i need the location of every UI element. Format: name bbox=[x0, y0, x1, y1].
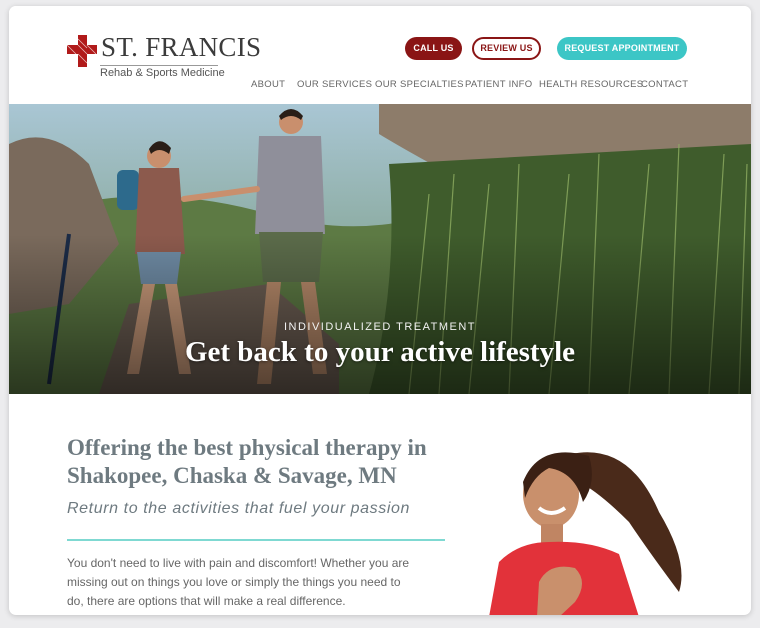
nav-contact[interactable]: CONTACT bbox=[641, 79, 688, 90]
nav-patient-info[interactable]: PATIENT INFO bbox=[465, 79, 532, 90]
nav-about[interactable]: ABOUT bbox=[251, 79, 285, 90]
brand-name: ST. FRANCIS bbox=[101, 32, 262, 62]
brand-logo[interactable]: ST. FRANCIS Rehab & Sports Medicine bbox=[67, 32, 261, 81]
review-us-button[interactable]: REVIEW US bbox=[472, 37, 541, 60]
hero-banner: INDIVIDUALIZED TREATMENT Get back to you… bbox=[9, 104, 751, 394]
cross-logo-icon bbox=[67, 35, 97, 67]
divider bbox=[67, 539, 445, 541]
runner-woman-image bbox=[489, 452, 682, 615]
site-header: ST. FRANCIS Rehab & Sports Medicine CALL… bbox=[9, 6, 751, 104]
nav-health-resources[interactable]: HEALTH RESOURCES bbox=[539, 79, 643, 90]
browser-page: ST. FRANCIS Rehab & Sports Medicine CALL… bbox=[9, 6, 751, 615]
intro-section: Offering the best physical therapy in Sh… bbox=[9, 394, 751, 615]
intro-tagline: Return to the activities that fuel your … bbox=[67, 500, 411, 517]
call-us-button[interactable]: CALL US bbox=[405, 37, 462, 60]
intro-paragraph: You don't need to live with pain and dis… bbox=[67, 556, 410, 608]
main-nav: ABOUT OUR SERVICES OUR SPECIALTIES PATIE… bbox=[9, 79, 751, 93]
nav-our-services[interactable]: OUR SERVICES bbox=[297, 79, 372, 90]
nav-our-specialties[interactable]: OUR SPECIALTIES bbox=[375, 79, 464, 90]
request-appointment-button[interactable]: REQUEST APPOINTMENT bbox=[557, 37, 687, 60]
hero-kicker: INDIVIDUALIZED TREATMENT bbox=[283, 321, 477, 333]
brand-subtitle: Rehab & Sports Medicine bbox=[100, 65, 225, 79]
hero-title: Get back to your active lifestyle bbox=[184, 336, 576, 368]
intro-headline: Offering the best physical therapy in Sh… bbox=[67, 435, 427, 488]
